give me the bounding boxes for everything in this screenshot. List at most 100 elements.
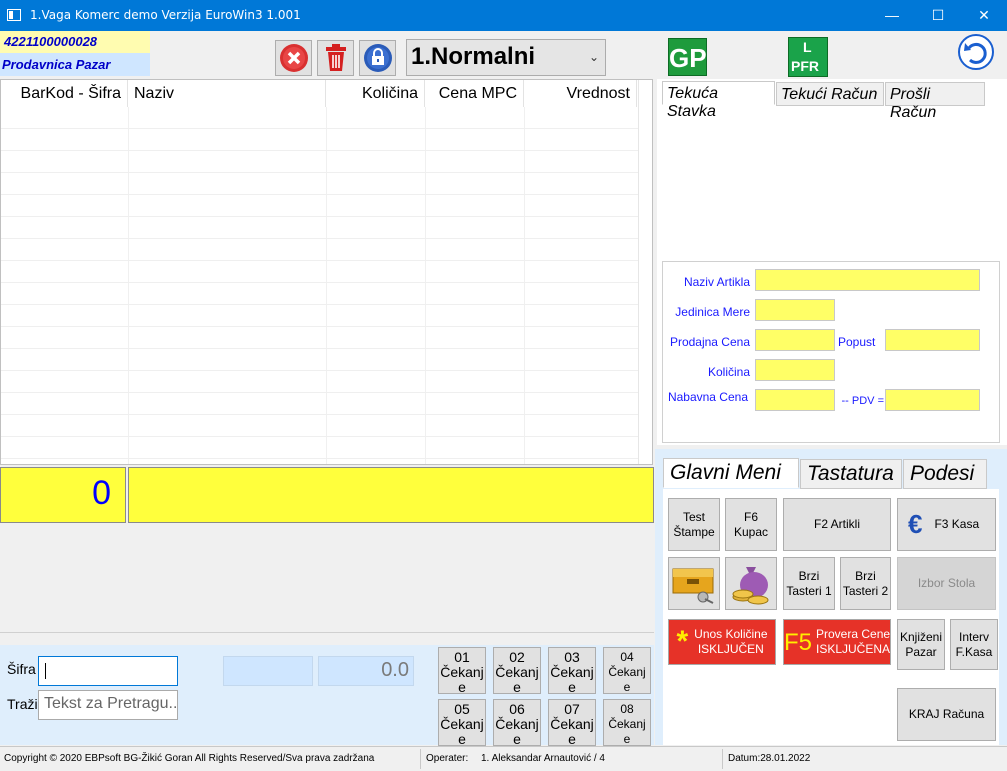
- cekanje-button-07[interactable]: 07 Čekanj e: [548, 699, 596, 747]
- gp-button[interactable]: GP: [668, 38, 707, 76]
- table-row[interactable]: [1, 327, 638, 349]
- mode-select[interactable]: 1.Normalni ⌄: [406, 39, 606, 76]
- cekanje-label: Čekanj: [495, 716, 539, 732]
- table-row[interactable]: [1, 415, 638, 437]
- cash-drawer-button[interactable]: [668, 557, 720, 610]
- cekanje-button-02[interactable]: 02 Čekanj e: [493, 647, 541, 695]
- table-row[interactable]: [1, 151, 638, 173]
- cekanje-button-04[interactable]: 04 Čekanj e: [603, 647, 651, 694]
- jedinica-field[interactable]: [755, 299, 835, 321]
- table-row[interactable]: [1, 217, 638, 239]
- value-field[interactable]: 0.0: [318, 656, 414, 686]
- popust-field[interactable]: [885, 329, 980, 351]
- sifra-input[interactable]: [38, 656, 178, 686]
- maximize-button[interactable]: ☐: [915, 0, 961, 31]
- cekanje-number: 08: [620, 702, 634, 716]
- cekanje-label: Čekanj: [440, 716, 484, 732]
- undo-icon: [964, 43, 987, 64]
- prodajna-field[interactable]: [755, 329, 835, 351]
- items-grid[interactable]: BarKod - Šifra Naziv Količina Cena MPC V…: [0, 79, 653, 465]
- cekanje-button-05[interactable]: 05 Čekanj e: [438, 699, 486, 747]
- column-header-kolicina[interactable]: Količina: [326, 80, 425, 107]
- pdv-label: -- PDV =: [841, 395, 884, 407]
- pfr-button[interactable]: L PFR: [788, 37, 828, 77]
- table-row[interactable]: [1, 305, 638, 327]
- knjizeni-pazar-button[interactable]: Knjiženi Pazar: [897, 619, 945, 670]
- total-description: [128, 467, 654, 523]
- close-window-button[interactable]: ✕: [961, 0, 1007, 31]
- button-label: Interv: [958, 629, 989, 644]
- table-row[interactable]: [1, 239, 638, 261]
- brzi-tasteri-1-button[interactable]: Brzi Tasteri 1: [783, 557, 835, 610]
- f3-kasa-button[interactable]: € F3 Kasa: [897, 498, 996, 551]
- tab-tastatura[interactable]: Tastatura: [800, 459, 902, 489]
- copyright-text: Copyright © 2020 EBPsoft BG-Žikić Goran …: [4, 753, 375, 764]
- table-row[interactable]: [1, 349, 638, 371]
- lock-button[interactable]: [359, 40, 396, 76]
- column-header-vrednost[interactable]: Vrednost: [524, 80, 637, 107]
- table-row[interactable]: [1, 173, 638, 195]
- kolicina-field[interactable]: [755, 359, 835, 381]
- delete-button[interactable]: [317, 40, 354, 76]
- cekanje-label: Čekanj: [495, 664, 539, 680]
- table-row[interactable]: [1, 371, 638, 393]
- minimize-button[interactable]: —: [869, 0, 915, 31]
- search-input[interactable]: Tekst za Pretragu...: [38, 690, 178, 720]
- interv-fkasa-button[interactable]: Interv F.Kasa: [950, 619, 998, 670]
- cekanje-button-08[interactable]: 08 Čekanj e: [603, 699, 651, 746]
- store-name: Prodavnica Pazar: [0, 53, 150, 76]
- tab-glavni-meni[interactable]: Glavni Meni: [663, 458, 799, 488]
- cekanje-button-03[interactable]: 03 Čekanj e: [548, 647, 596, 695]
- prodajna-label: Prodajna Cena: [669, 335, 750, 349]
- f6-kupac-button[interactable]: F6 Kupac: [725, 498, 777, 551]
- tab-prosli-racun[interactable]: Prošli Račun: [885, 82, 985, 121]
- tab-tekuci-racun[interactable]: Tekući Račun: [776, 82, 884, 106]
- pdv-field[interactable]: [885, 389, 980, 411]
- back-button[interactable]: [958, 34, 994, 70]
- test-stampe-button[interactable]: Test Štampe: [668, 498, 720, 551]
- table-row[interactable]: [1, 283, 638, 305]
- nabavna-field[interactable]: [755, 389, 835, 411]
- lock-icon: [363, 44, 392, 72]
- unos-kolicine-button[interactable]: * Unos Količine ISKLJUČEN: [668, 619, 776, 665]
- tab-tekuca-stavka[interactable]: Tekuća Stavka: [662, 81, 775, 120]
- tab-podesi[interactable]: Podesi: [903, 459, 987, 489]
- table-row[interactable]: [1, 107, 638, 129]
- table-row[interactable]: [1, 129, 638, 151]
- table-row[interactable]: [1, 437, 638, 459]
- f2-artikli-button[interactable]: F2 Artikli: [783, 498, 891, 551]
- brzi-tasteri-2-button[interactable]: Brzi Tasteri 2: [840, 557, 891, 610]
- quantity-field[interactable]: [223, 656, 313, 686]
- table-row[interactable]: [1, 261, 638, 283]
- popust-label: Popust: [838, 335, 876, 349]
- cekanje-button-01[interactable]: 01 Čekanj e: [438, 647, 486, 695]
- table-row[interactable]: [1, 195, 638, 217]
- cekanje-number: 05: [454, 701, 470, 717]
- button-label: Brzi: [798, 568, 820, 583]
- kraj-racuna-button[interactable]: KRAJ Računa: [897, 688, 996, 741]
- grid-scrollbar[interactable]: [638, 80, 652, 464]
- naziv-label: Naziv Artikla: [683, 275, 750, 289]
- money-bag-icon: [732, 566, 769, 604]
- column-header-naziv[interactable]: Naziv: [128, 80, 326, 107]
- nabavna-label: Nabavna Cena: [667, 390, 748, 404]
- info-panel: [0, 523, 654, 633]
- operater-label: Operater:: [426, 753, 469, 764]
- f5-provera-cene-button[interactable]: F5 Provera Cene ISKLJUČENA: [783, 619, 891, 665]
- cancel-button[interactable]: [275, 40, 312, 76]
- mode-select-value: 1.Normalni: [411, 43, 536, 70]
- cekanje-number: 07: [564, 701, 580, 717]
- column-header-cena[interactable]: Cena MPC: [425, 80, 524, 107]
- izbor-stola-button[interactable]: Izbor Stola: [897, 557, 996, 610]
- status-divider: [722, 749, 723, 769]
- cekanje-number: 02: [509, 649, 525, 665]
- table-row[interactable]: [1, 393, 638, 415]
- column-header-barcode[interactable]: BarKod - Šifra: [1, 80, 128, 107]
- money-bag-button[interactable]: [725, 557, 777, 610]
- cekanje-tail: e: [458, 731, 466, 747]
- cash-drawer-icon: [672, 568, 714, 604]
- cekanje-tail: e: [623, 680, 631, 694]
- cekanje-button-06[interactable]: 06 Čekanj e: [493, 699, 541, 747]
- cekanje-number: 06: [509, 701, 525, 717]
- naziv-field[interactable]: [755, 269, 980, 291]
